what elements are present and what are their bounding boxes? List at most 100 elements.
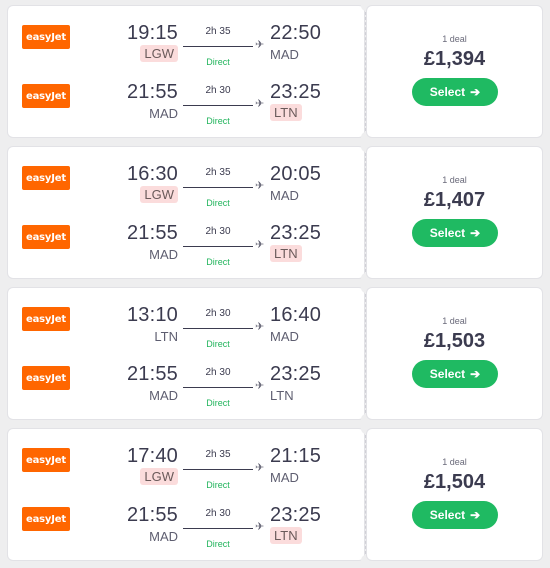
stops-label: Direct (206, 116, 230, 126)
route-line (183, 105, 253, 106)
select-button[interactable]: Select ➔ (412, 219, 498, 247)
airline-logo: easyJet (22, 507, 70, 531)
flight-leg: easyJet 16:30 LGW 2h 35 ✈ Direct 20:05 MAD (8, 163, 364, 208)
plane-icon: ✈ (255, 380, 265, 392)
itinerary-panel[interactable]: easyJet 13:10 LTN 2h 30 ✈ Direct 16:40 MAD easyJ… (8, 288, 364, 419)
flight-duration: 2h 30 (205, 508, 231, 519)
departure-airport: LGW (140, 186, 178, 203)
arrival-airport: LTN (270, 388, 294, 403)
select-button-label: Select (429, 367, 466, 381)
flight-leg: easyJet 21:55 MAD 2h 30 ✈ Direct 23:25 LTN (8, 81, 364, 126)
stops-label: Direct (206, 339, 230, 349)
route-line (183, 187, 253, 188)
airline-logo: easyJet (22, 366, 70, 390)
arrow-right-icon: ➔ (470, 226, 481, 240)
departure-airport: MAD (149, 247, 178, 262)
deal-count: 1 deal (442, 457, 467, 467)
card-divider (365, 12, 366, 131)
departure-time: 21:55 (126, 81, 178, 103)
departure-time: 21:55 (126, 363, 178, 385)
arrival-airport: LTN (270, 527, 302, 544)
select-button-label: Select (429, 508, 466, 522)
card-divider (365, 153, 366, 272)
flight-duration: 2h 30 (205, 85, 231, 96)
arrival-airport: MAD (270, 47, 299, 62)
departure-time: 19:15 (126, 22, 178, 44)
flight-duration: 2h 30 (205, 367, 231, 378)
arrival-time: 21:15 (270, 445, 322, 467)
card-divider (365, 294, 366, 413)
departure-airport: MAD (149, 388, 178, 403)
arrival-airport: LTN (270, 104, 302, 121)
departure-airport: MAD (149, 529, 178, 544)
arrival-time: 20:05 (270, 163, 322, 185)
flight-duration: 2h 30 (205, 308, 231, 319)
plane-icon: ✈ (255, 39, 265, 51)
plane-icon: ✈ (255, 180, 265, 192)
flight-duration: 2h 35 (205, 26, 231, 37)
departure-airport: LGW (140, 468, 178, 485)
stops-label: Direct (206, 480, 230, 490)
itinerary-panel[interactable]: easyJet 17:40 LGW 2h 35 ✈ Direct 21:15 MAD easyJ… (8, 429, 364, 560)
departure-airport: MAD (149, 106, 178, 121)
card-divider (365, 435, 366, 554)
route-line (183, 528, 253, 529)
flight-duration: 2h 30 (205, 226, 231, 237)
arrow-right-icon: ➔ (470, 508, 481, 522)
select-button[interactable]: Select ➔ (412, 78, 498, 106)
select-button-label: Select (429, 226, 466, 240)
flight-result-card[interactable]: easyJet 17:40 LGW 2h 35 ✈ Direct 21:15 MAD easyJ… (8, 424, 542, 565)
departure-airport: LTN (154, 329, 178, 344)
price-panel: 1 deal £1,503 Select ➔ (367, 288, 542, 419)
price: £1,503 (423, 330, 486, 352)
flight-leg: easyJet 13:10 LTN 2h 30 ✈ Direct 16:40 MAD (8, 304, 364, 349)
deal-count: 1 deal (442, 316, 467, 326)
plane-icon: ✈ (255, 98, 265, 110)
plane-icon: ✈ (255, 321, 265, 333)
price-panel: 1 deal £1,407 Select ➔ (367, 147, 542, 278)
plane-icon: ✈ (255, 239, 265, 251)
flight-result-card[interactable]: easyJet 13:10 LTN 2h 30 ✈ Direct 16:40 MAD easyJ… (8, 283, 542, 424)
stops-label: Direct (206, 57, 230, 67)
flight-duration: 2h 35 (205, 167, 231, 178)
price-panel: 1 deal £1,394 Select ➔ (367, 6, 542, 137)
departure-time: 21:55 (126, 504, 178, 526)
flight-leg: easyJet 21:55 MAD 2h 30 ✈ Direct 23:25 LTN (8, 222, 364, 267)
route-line (183, 469, 253, 470)
price: £1,504 (423, 471, 486, 493)
flight-leg: easyJet 17:40 LGW 2h 35 ✈ Direct 21:15 MAD (8, 445, 364, 490)
arrival-time: 23:25 (270, 222, 322, 244)
flight-leg: easyJet 21:55 MAD 2h 30 ✈ Direct 23:25 LTN (8, 504, 364, 549)
flight-leg: easyJet 19:15 LGW 2h 35 ✈ Direct 22:50 MAD (8, 22, 364, 67)
deal-count: 1 deal (442, 34, 467, 44)
select-button[interactable]: Select ➔ (412, 501, 498, 529)
flight-result-card[interactable]: easyJet 16:30 LGW 2h 35 ✈ Direct 20:05 MAD easyJ… (8, 142, 542, 283)
plane-icon: ✈ (255, 521, 265, 533)
arrival-time: 23:25 (270, 363, 322, 385)
airline-logo: easyJet (22, 166, 70, 190)
select-button[interactable]: Select ➔ (412, 360, 498, 388)
flight-duration: 2h 35 (205, 449, 231, 460)
arrival-time: 16:40 (270, 304, 322, 326)
airline-logo: easyJet (22, 307, 70, 331)
departure-time: 21:55 (126, 222, 178, 244)
deal-count: 1 deal (442, 175, 467, 185)
price: £1,394 (423, 48, 486, 70)
route-line (183, 328, 253, 329)
arrival-airport: MAD (270, 188, 299, 203)
itinerary-panel[interactable]: easyJet 16:30 LGW 2h 35 ✈ Direct 20:05 MAD easyJ… (8, 147, 364, 278)
stops-label: Direct (206, 539, 230, 549)
arrival-time: 23:25 (270, 81, 322, 103)
arrow-right-icon: ➔ (470, 367, 481, 381)
price-panel: 1 deal £1,504 Select ➔ (367, 429, 542, 560)
stops-label: Direct (206, 257, 230, 267)
airline-logo: easyJet (22, 225, 70, 249)
departure-time: 13:10 (126, 304, 178, 326)
arrival-airport: MAD (270, 329, 299, 344)
flight-result-card[interactable]: easyJet 19:15 LGW 2h 35 ✈ Direct 22:50 MAD easyJ… (8, 1, 542, 142)
arrival-airport: MAD (270, 470, 299, 485)
itinerary-panel[interactable]: easyJet 19:15 LGW 2h 35 ✈ Direct 22:50 MAD easyJ… (8, 6, 364, 137)
select-button-label: Select (429, 85, 466, 99)
flight-leg: easyJet 21:55 MAD 2h 30 ✈ Direct 23:25 LTN (8, 363, 364, 408)
route-line (183, 46, 253, 47)
